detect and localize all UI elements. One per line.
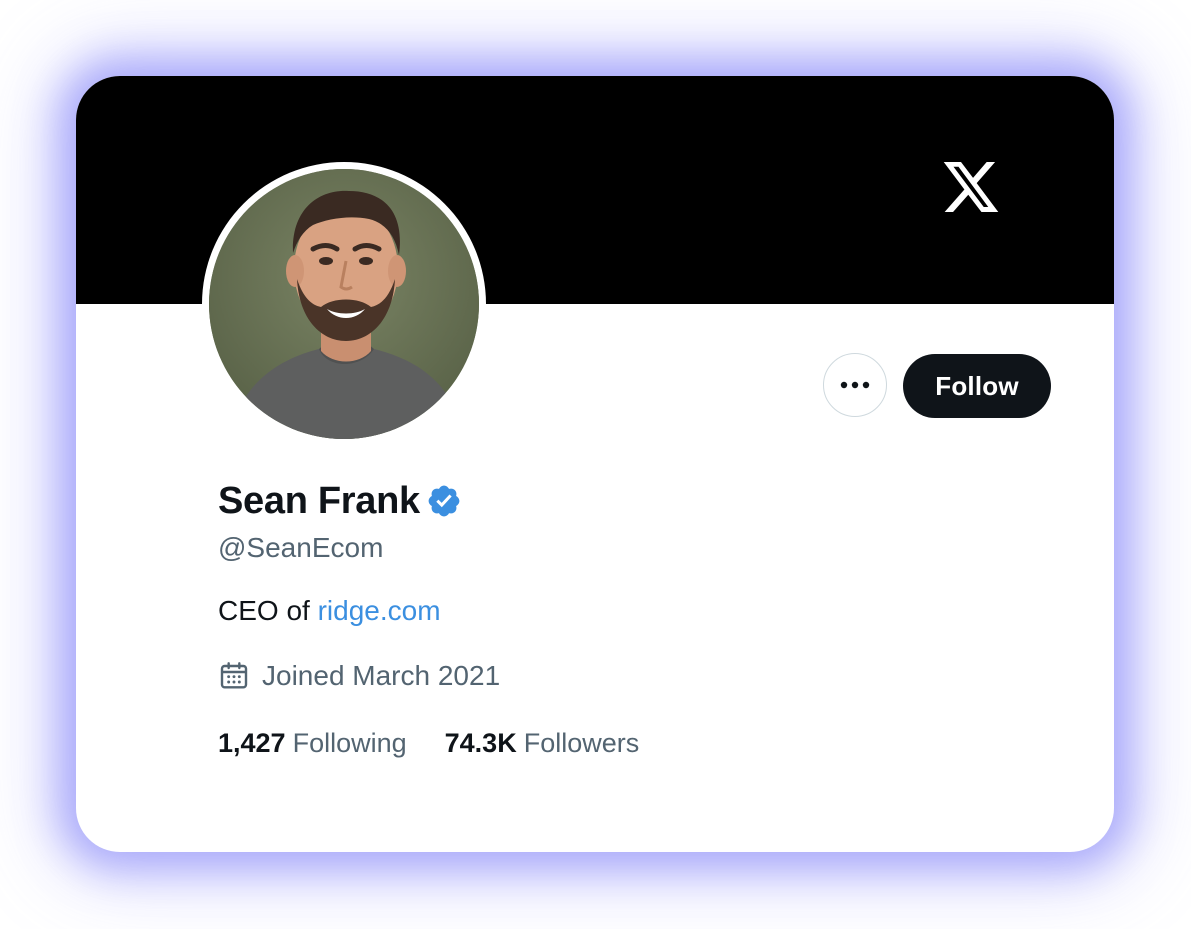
display-name: Sean Frank [218, 479, 420, 522]
bio-link[interactable]: ridge.com [318, 595, 441, 626]
following-count: 1,427 [218, 727, 286, 758]
following-link[interactable]: 1,427 Following [218, 728, 407, 759]
user-handle: @SeanEcom [218, 532, 384, 563]
more-options-button[interactable] [823, 353, 887, 417]
follow-button[interactable]: Follow [903, 354, 1051, 418]
more-horizontal-icon [840, 381, 870, 389]
followers-count: 74.3K [444, 727, 517, 758]
following-label: Following [292, 727, 407, 758]
avatar-photo [209, 169, 479, 439]
stats-row: 1,427 Following 74.3K Followers [218, 725, 639, 761]
followers-label: Followers [523, 727, 640, 758]
profile-card: Follow Sean Frank @SeanEcom CEO of ridge… [76, 76, 1114, 852]
x-logo-icon [943, 162, 999, 212]
avatar[interactable] [202, 162, 486, 446]
calendar-icon [220, 662, 248, 689]
joined-date: Joined March 2021 [218, 658, 500, 694]
page: Follow Sean Frank @SeanEcom CEO of ridge… [0, 0, 1191, 929]
bio-text: CEO of [218, 595, 318, 626]
verified-badge-icon[interactable] [426, 483, 462, 519]
followers-link[interactable]: 74.3K Followers [445, 728, 640, 759]
profile-bio: CEO of ridge.com [218, 595, 441, 627]
joined-text: Joined March 2021 [262, 660, 501, 691]
name-row: Sean Frank [218, 478, 462, 524]
